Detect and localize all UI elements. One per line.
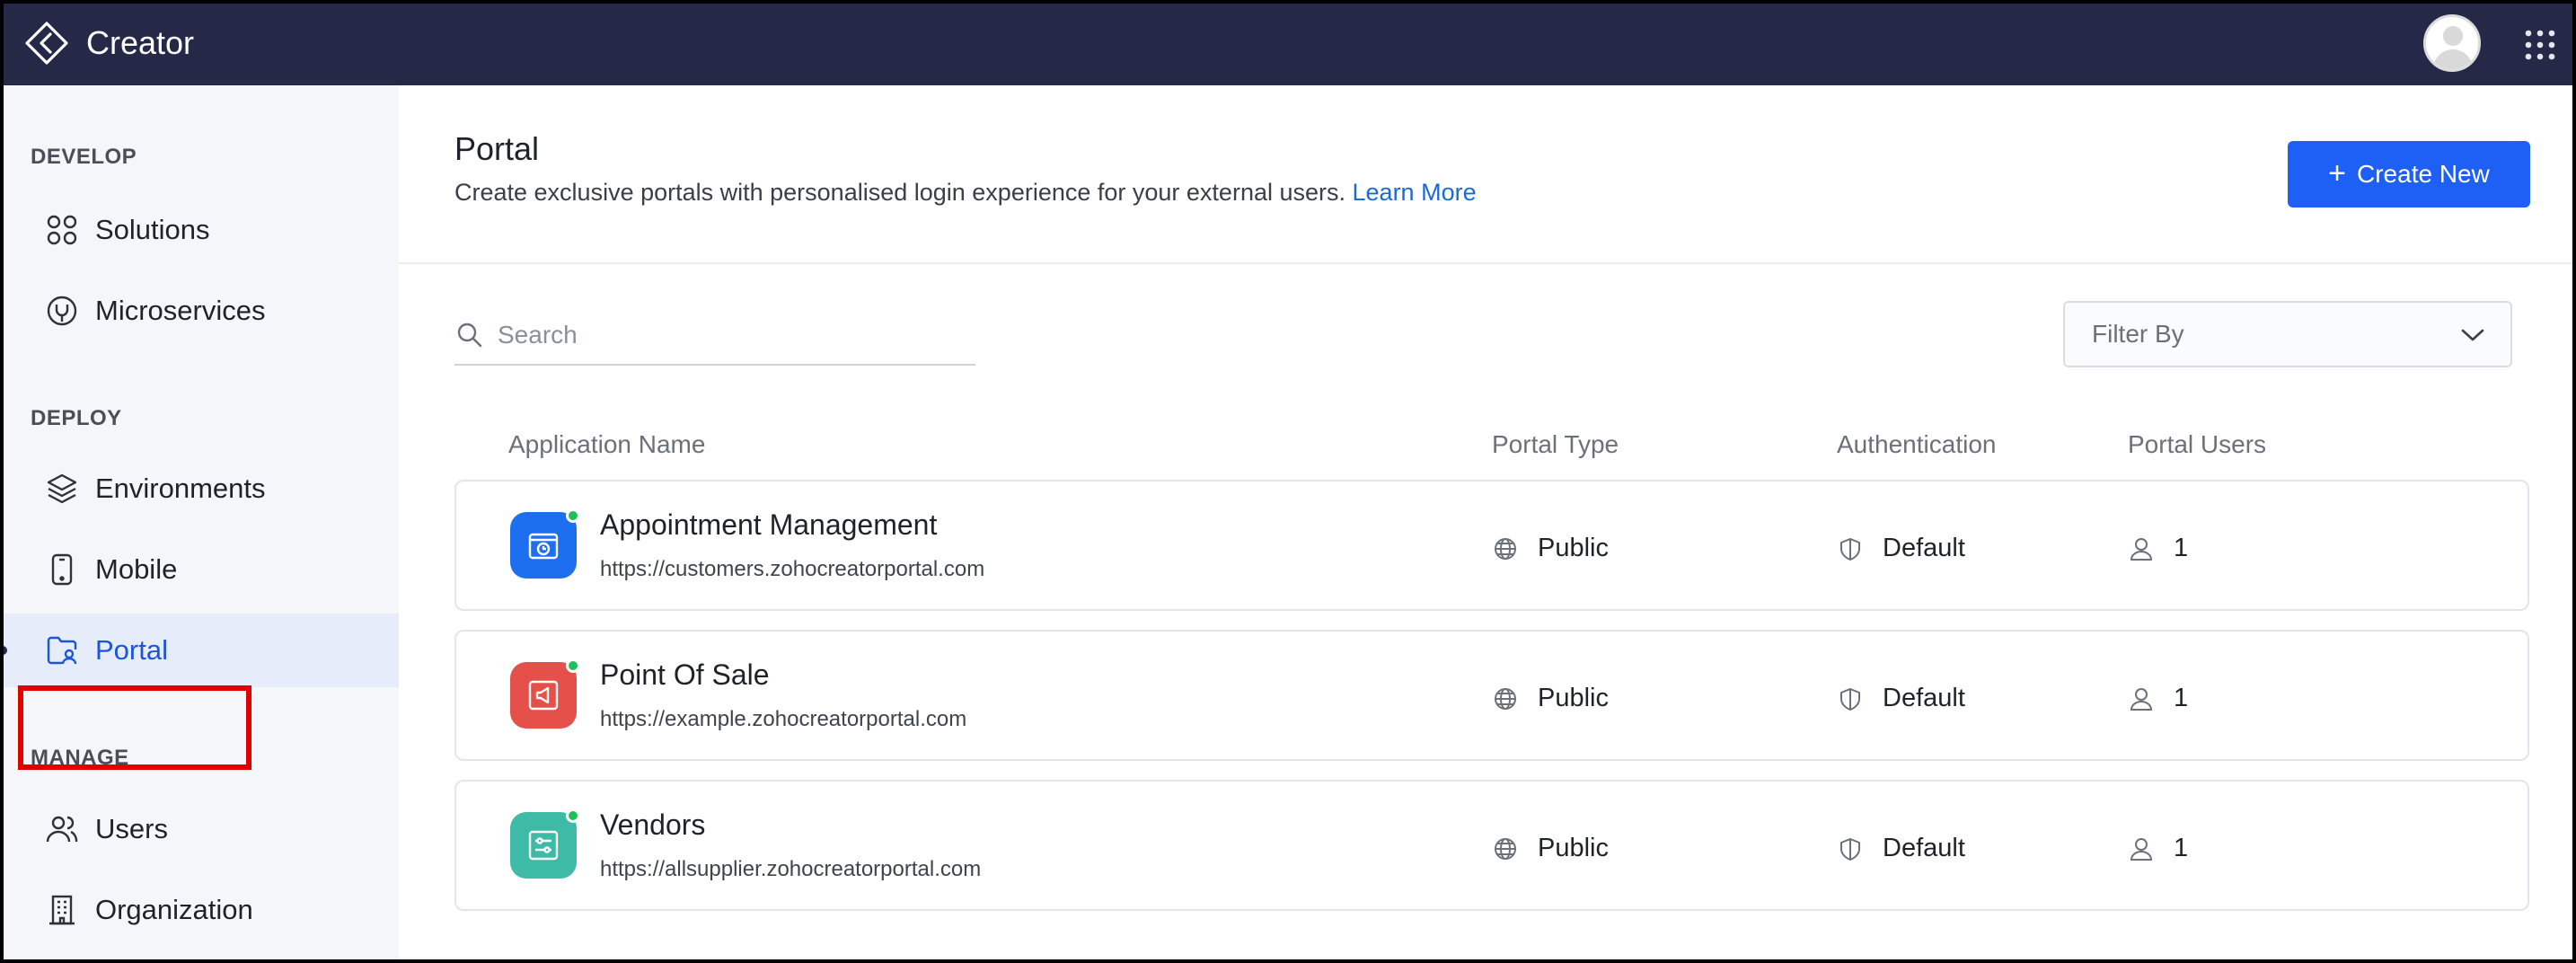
user-icon [2130, 837, 2153, 861]
top-bar: Creator [4, 4, 2572, 85]
portal-type-value: Public [1538, 684, 1609, 712]
status-online-indicator [566, 658, 580, 673]
calendar-clock-icon [528, 533, 559, 560]
shield-icon [1840, 687, 1860, 711]
page-description: Create exclusive portals with personalis… [454, 179, 1477, 207]
creator-logo-icon[interactable] [23, 20, 70, 66]
portal-users-value: 1 [2174, 834, 2189, 862]
filter-label: Filter By [2092, 320, 2184, 348]
section-label-manage: MANAGE [31, 746, 129, 770]
sidebar-item-microservices[interactable]: Microservices [4, 274, 399, 348]
search-field[interactable] [454, 306, 975, 366]
shield-icon [1840, 537, 1860, 561]
app-icon [510, 512, 577, 579]
user-avatar[interactable] [2423, 14, 2481, 72]
create-new-label: Create New [2357, 160, 2490, 188]
authentication-value: Default [1883, 684, 1965, 712]
portal-type-cell: Public [1493, 534, 1609, 563]
sidebar-item-label: Environments [95, 473, 266, 504]
organization-icon [49, 895, 75, 925]
globe-icon [1495, 687, 1516, 710]
status-online-indicator [566, 808, 580, 823]
portal-type-value: Public [1538, 534, 1609, 562]
status-online-indicator [566, 508, 580, 523]
header-divider [399, 262, 2572, 264]
sidebar-item-mobile[interactable]: Mobile [4, 533, 399, 606]
layers-icon [47, 473, 77, 504]
sidebar: DEVELOP Solutions Microservices DEPLOY E… [4, 85, 399, 959]
column-header-portal-type[interactable]: Portal Type [1492, 430, 1619, 459]
column-header-portal-users[interactable]: Portal Users [2128, 430, 2266, 459]
column-header-application-name[interactable]: Application Name [508, 430, 705, 459]
table-row[interactable]: Appointment Management https://customers… [454, 480, 2529, 611]
sidebar-item-label: Portal [95, 634, 168, 666]
authentication-value: Default [1883, 834, 1965, 862]
app-title: Creator [86, 24, 195, 61]
section-label-deploy: DEPLOY [31, 406, 122, 430]
create-new-button[interactable]: + Create New [2288, 141, 2530, 208]
portal-users-cell: 1 [2129, 834, 2188, 863]
user-icon [2130, 687, 2153, 711]
main-content: Portal Create exclusive portals with per… [399, 85, 2572, 959]
portal-users-cell: 1 [2129, 534, 2188, 563]
sidebar-item-label: Users [95, 813, 168, 844]
app-url[interactable]: https://example.zohocreatorportal.com [600, 707, 966, 732]
page-title: Portal [454, 130, 540, 167]
user-icon [2130, 537, 2153, 561]
sidebar-item-environments[interactable]: Environments [4, 452, 399, 526]
description-text: Create exclusive portals with personalis… [454, 179, 1345, 206]
sliders-icon [528, 830, 559, 861]
shield-icon [1840, 837, 1860, 861]
globe-icon [1495, 537, 1516, 560]
app-icon [510, 812, 577, 879]
sidebar-item-solutions[interactable]: Solutions [4, 193, 399, 267]
app-name[interactable]: Appointment Management [600, 508, 937, 542]
app-window: Creator DEVELOP Solutions Microservices … [0, 0, 2576, 963]
sidebar-item-label: Mobile [95, 553, 178, 585]
megaphone-icon [528, 680, 559, 711]
mobile-icon [51, 553, 73, 586]
search-input[interactable] [498, 321, 947, 349]
sidebar-item-label: Organization [95, 894, 253, 925]
chevron-down-icon [2461, 329, 2484, 341]
authentication-cell: Default [1838, 684, 1965, 713]
users-icon [46, 816, 78, 843]
sidebar-item-label: Solutions [95, 214, 210, 245]
app-name[interactable]: Point Of Sale [600, 658, 770, 692]
sidebar-item-organization[interactable]: Organization [4, 873, 399, 947]
sidebar-item-portal[interactable]: Portal [4, 614, 399, 687]
app-icon [510, 662, 577, 729]
active-indicator [4, 646, 7, 655]
table-row[interactable]: Vendors https://allsupplier.zohocreatorp… [454, 780, 2529, 911]
microservices-icon [47, 296, 77, 326]
app-url[interactable]: https://allsupplier.zohocreatorportal.co… [600, 857, 981, 882]
column-header-authentication[interactable]: Authentication [1837, 430, 1996, 459]
authentication-value: Default [1883, 534, 1965, 562]
globe-icon [1495, 837, 1516, 860]
app-url[interactable]: https://customers.zohocreatorportal.com [600, 557, 984, 582]
portal-type-value: Public [1538, 834, 1609, 862]
apps-grid-icon[interactable] [2524, 29, 2556, 61]
table-row[interactable]: Point Of Sale https://example.zohocreato… [454, 630, 2529, 761]
portal-icon [47, 636, 77, 665]
sidebar-item-label: Microservices [95, 295, 266, 326]
section-label-develop: DEVELOP [31, 145, 137, 169]
plus-icon: + [2328, 155, 2346, 190]
sidebar-item-users[interactable]: Users [4, 792, 399, 866]
filter-dropdown[interactable]: Filter By [2063, 301, 2512, 367]
authentication-cell: Default [1838, 834, 1965, 863]
learn-more-link[interactable]: Learn More [1353, 179, 1477, 206]
portal-users-cell: 1 [2129, 684, 2188, 713]
portal-users-value: 1 [2174, 684, 2189, 712]
solutions-icon [47, 215, 77, 245]
app-name[interactable]: Vendors [600, 808, 705, 842]
portal-type-cell: Public [1493, 834, 1609, 863]
authentication-cell: Default [1838, 534, 1965, 563]
portal-users-value: 1 [2174, 534, 2189, 562]
search-icon [457, 322, 482, 348]
portal-type-cell: Public [1493, 684, 1609, 713]
